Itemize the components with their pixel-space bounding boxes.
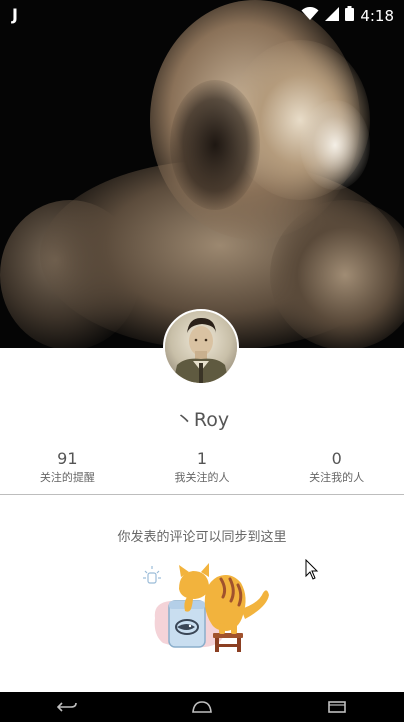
stat-following[interactable]: 1 我关注的人 xyxy=(135,448,270,490)
mouse-cursor-icon xyxy=(305,558,319,581)
stats-row: 91 关注的提醒 1 我关注的人 0 关注我的人 xyxy=(0,448,404,490)
cat-fishbowl-illustration xyxy=(135,563,275,658)
signal-icon xyxy=(325,6,340,25)
profile-screen: J 4:18 丶Roy 91 关注的提醒 1 我关注的人 0 关注我的人 你发表… xyxy=(0,0,404,722)
stat-label: 关注的提醒 xyxy=(39,471,95,484)
battery-icon xyxy=(345,6,355,25)
stat-count: 0 xyxy=(331,449,342,468)
empty-state-message: 你发表的评论可以同步到这里 xyxy=(117,530,287,545)
stat-label: 关注我的人 xyxy=(309,471,365,484)
j-app-icon: J xyxy=(12,5,18,24)
stat-count: 91 xyxy=(57,449,78,468)
wifi-icon xyxy=(301,6,319,25)
divider xyxy=(0,494,404,495)
status-time: 4:18 xyxy=(360,6,394,25)
stat-followers[interactable]: 0 关注我的人 xyxy=(269,448,404,490)
home-icon[interactable] xyxy=(182,695,222,719)
stat-label: 我关注的人 xyxy=(174,471,230,484)
recents-icon[interactable] xyxy=(317,695,357,719)
avatar[interactable] xyxy=(163,309,239,385)
navigation-bar xyxy=(0,692,404,722)
username: 丶Roy xyxy=(174,409,230,431)
status-bar: J 4:18 xyxy=(0,0,404,32)
stat-count: 1 xyxy=(196,449,208,468)
back-icon[interactable] xyxy=(47,695,87,719)
cover-image xyxy=(0,0,404,348)
avatar-photo xyxy=(165,311,237,383)
stat-reminders[interactable]: 91 关注的提醒 xyxy=(0,448,135,490)
